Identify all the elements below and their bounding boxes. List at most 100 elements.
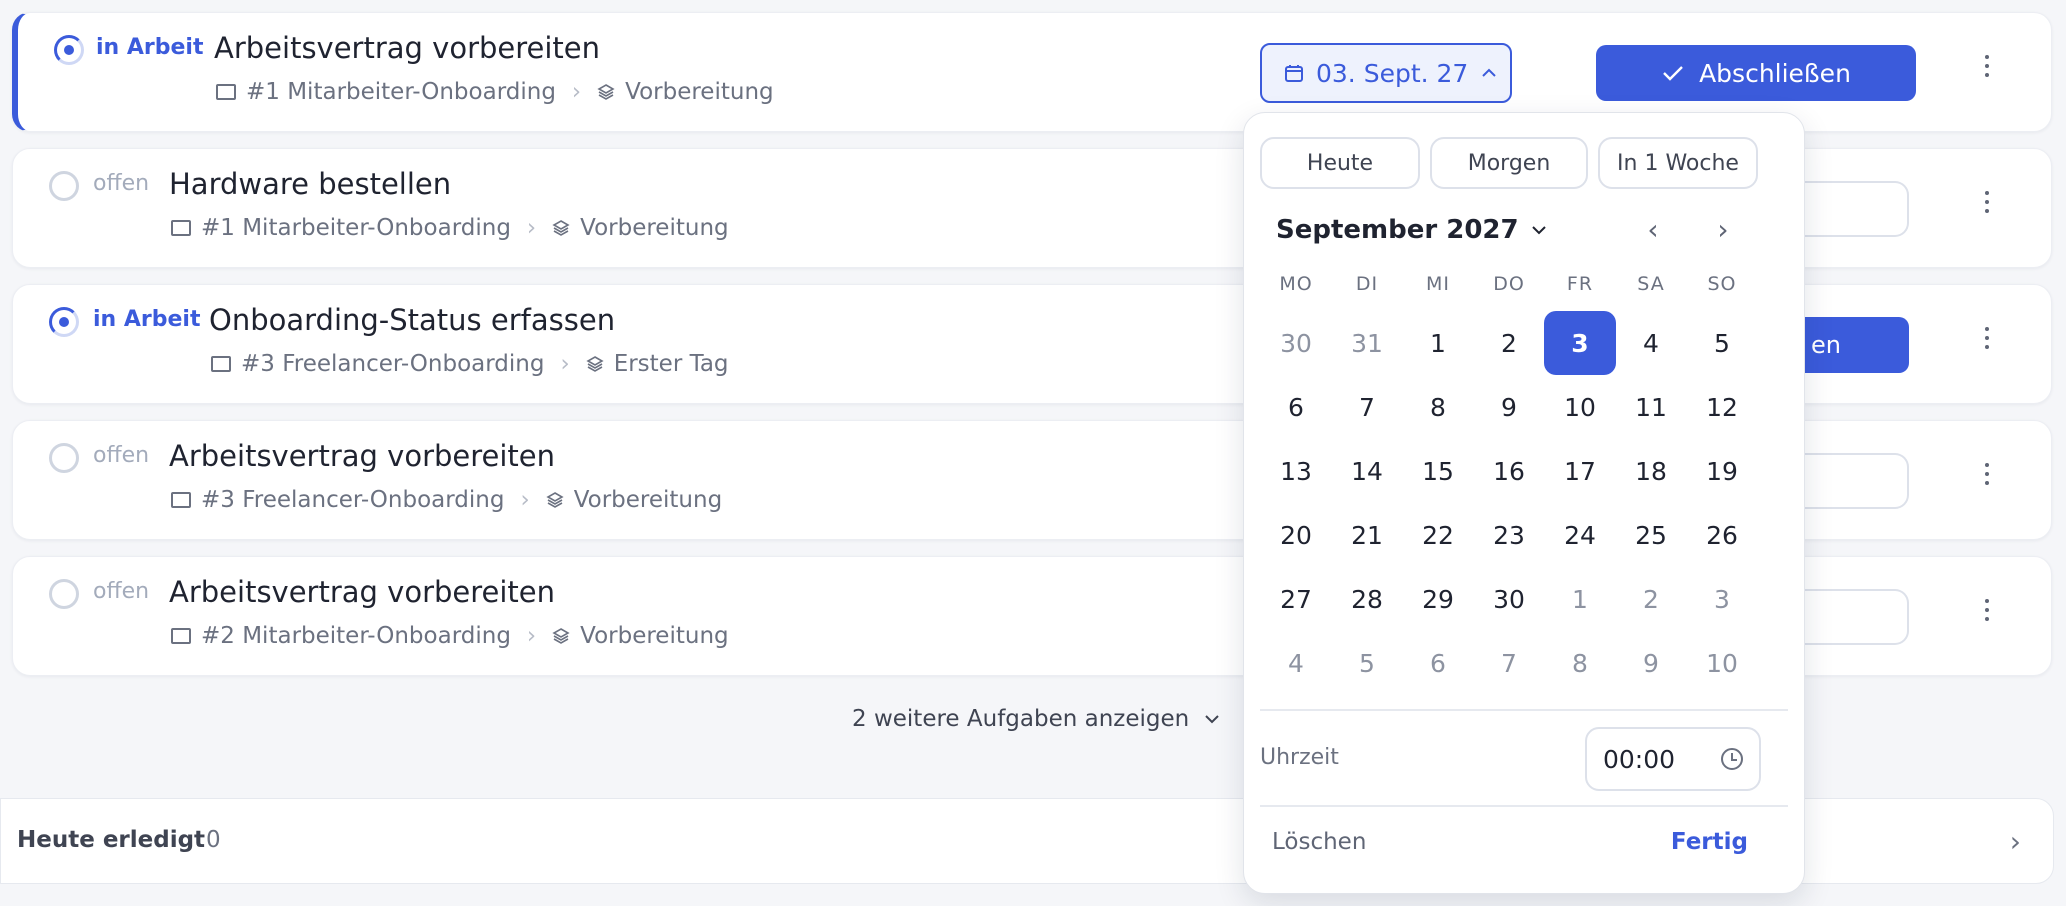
more-menu-icon[interactable] <box>1985 463 1991 485</box>
task-title[interactable]: Arbeitsvertrag vorbereiten <box>169 575 555 609</box>
calendar-day[interactable]: 10 <box>1686 631 1758 695</box>
complete-label: Abschließen <box>1699 58 1851 88</box>
chevron-right-icon: › <box>560 351 570 377</box>
calendar-day[interactable]: 3 <box>1544 311 1616 375</box>
task-project[interactable]: #1 Mitarbeiter-Onboarding <box>246 79 556 105</box>
clear-button[interactable]: Löschen <box>1272 829 1366 855</box>
task-meta: #2 Mitarbeiter-Onboarding › Vorbereitung <box>171 623 729 649</box>
calendar-day[interactable]: 21 <box>1331 503 1403 567</box>
chevron-down-icon <box>1531 226 1546 235</box>
weekday-header: SA <box>1637 273 1665 295</box>
open-status-icon[interactable] <box>49 443 79 473</box>
calendar-day[interactable]: 7 <box>1473 631 1545 695</box>
calendar-day[interactable]: 30 <box>1473 567 1545 631</box>
task-project[interactable]: #3 Freelancer-Onboarding <box>241 351 544 377</box>
calendar-day[interactable]: 2 <box>1473 311 1545 375</box>
task-project[interactable]: #1 Mitarbeiter-Onboarding <box>201 215 511 241</box>
task-meta: #3 Freelancer-Onboarding › Vorbereitung <box>171 487 722 513</box>
clock-icon <box>1721 748 1743 770</box>
calendar-day[interactable]: 13 <box>1260 439 1332 503</box>
time-label: Uhrzeit <box>1260 745 1339 770</box>
calendar-day[interactable]: 16 <box>1473 439 1545 503</box>
calendar-day[interactable]: 8 <box>1544 631 1616 695</box>
calendar-day[interactable]: 1 <box>1544 567 1616 631</box>
time-input[interactable]: 00:00 <box>1585 727 1761 791</box>
task-project[interactable]: #3 Freelancer-Onboarding <box>201 487 504 513</box>
task-title[interactable]: Hardware bestellen <box>169 167 451 201</box>
weekday-header: MO <box>1279 273 1313 295</box>
calendar-day[interactable]: 5 <box>1686 311 1758 375</box>
calendar-day[interactable]: 7 <box>1331 375 1403 439</box>
calendar-day[interactable]: 8 <box>1402 375 1474 439</box>
due-date-button[interactable] <box>1803 453 1909 509</box>
calendar-day[interactable]: 25 <box>1615 503 1687 567</box>
in-progress-icon[interactable] <box>54 35 84 65</box>
task-phase[interactable]: Vorbereitung <box>574 487 723 513</box>
calendar-day[interactable]: 23 <box>1473 503 1545 567</box>
complete-button[interactable]: en <box>1803 317 1909 373</box>
due-date-button[interactable]: 03. Sept. 27 <box>1260 43 1512 103</box>
calendar-day[interactable]: 12 <box>1686 375 1758 439</box>
calendar-day[interactable]: 10 <box>1544 375 1616 439</box>
calendar-day[interactable]: 11 <box>1615 375 1687 439</box>
calendar-day[interactable]: 9 <box>1473 375 1545 439</box>
complete-button[interactable]: Abschließen <box>1596 45 1916 101</box>
calendar-day[interactable]: 6 <box>1260 375 1332 439</box>
calendar-day[interactable]: 9 <box>1615 631 1687 695</box>
calendar-day[interactable]: 3 <box>1686 567 1758 631</box>
calendar-day[interactable]: 6 <box>1402 631 1474 695</box>
show-more-button[interactable]: 2 weitere Aufgaben anzeigen <box>852 706 1221 732</box>
time-value: 00:00 <box>1603 744 1676 774</box>
quick-today-button[interactable]: Heute <box>1260 137 1420 189</box>
complete-label-fragment: en <box>1811 331 1841 359</box>
task-project[interactable]: #2 Mitarbeiter-Onboarding <box>201 623 511 649</box>
due-date-button[interactable] <box>1803 181 1909 237</box>
calendar-day[interactable]: 17 <box>1544 439 1616 503</box>
calendar-day[interactable]: 19 <box>1686 439 1758 503</box>
due-date-button[interactable] <box>1803 589 1909 645</box>
chevron-right-icon: › <box>526 215 537 241</box>
calendar-day[interactable]: 2 <box>1615 567 1687 631</box>
task-title[interactable]: Arbeitsvertrag vorbereiten <box>169 439 555 473</box>
calendar-day[interactable]: 27 <box>1260 567 1332 631</box>
more-menu-icon[interactable] <box>1985 599 1991 621</box>
in-progress-icon[interactable] <box>49 307 79 337</box>
calendar-day[interactable]: 29 <box>1402 567 1474 631</box>
quick-tomorrow-button[interactable]: Morgen <box>1430 137 1588 189</box>
prev-month-icon[interactable]: ‹ <box>1636 213 1670 246</box>
folder-icon <box>171 492 191 508</box>
open-status-icon[interactable] <box>49 579 79 609</box>
calendar-day[interactable]: 26 <box>1686 503 1758 567</box>
calendar-day[interactable]: 4 <box>1615 311 1687 375</box>
chevron-right-icon: › <box>571 79 582 105</box>
calendar-day[interactable]: 31 <box>1331 311 1403 375</box>
quick-one-week-button[interactable]: In 1 Woche <box>1598 137 1758 189</box>
calendar-day[interactable]: 14 <box>1331 439 1403 503</box>
next-month-icon[interactable]: › <box>1706 213 1740 246</box>
calendar-day[interactable]: 4 <box>1260 631 1332 695</box>
weekday-header: DI <box>1355 273 1379 295</box>
calendar-day[interactable]: 5 <box>1331 631 1403 695</box>
calendar-day[interactable]: 28 <box>1331 567 1403 631</box>
calendar-day[interactable]: 15 <box>1402 439 1474 503</box>
more-menu-icon[interactable] <box>1985 55 1991 77</box>
calendar-day[interactable]: 24 <box>1544 503 1616 567</box>
calendar-day[interactable]: 22 <box>1402 503 1474 567</box>
task-phase[interactable]: Vorbereitung <box>580 623 729 649</box>
more-menu-icon[interactable] <box>1985 327 1991 349</box>
month-select[interactable]: September 2027 <box>1276 215 1547 245</box>
calendar-day[interactable]: 20 <box>1260 503 1332 567</box>
calendar-day[interactable]: 1 <box>1402 311 1474 375</box>
calendar-day[interactable]: 18 <box>1615 439 1687 503</box>
task-title[interactable]: Arbeitsvertrag vorbereiten <box>214 31 600 65</box>
done-button[interactable]: Fertig <box>1671 829 1748 855</box>
task-status: in Arbeit <box>96 35 204 60</box>
calendar-day[interactable]: 30 <box>1260 311 1332 375</box>
task-title[interactable]: Onboarding-Status erfassen <box>209 303 615 337</box>
task-phase[interactable]: Vorbereitung <box>625 79 774 105</box>
more-menu-icon[interactable] <box>1985 191 1991 213</box>
task-phase[interactable]: Vorbereitung <box>580 215 729 241</box>
chevron-right-icon[interactable]: › <box>2010 825 2021 858</box>
task-phase[interactable]: Erster Tag <box>614 351 729 377</box>
open-status-icon[interactable] <box>49 171 79 201</box>
